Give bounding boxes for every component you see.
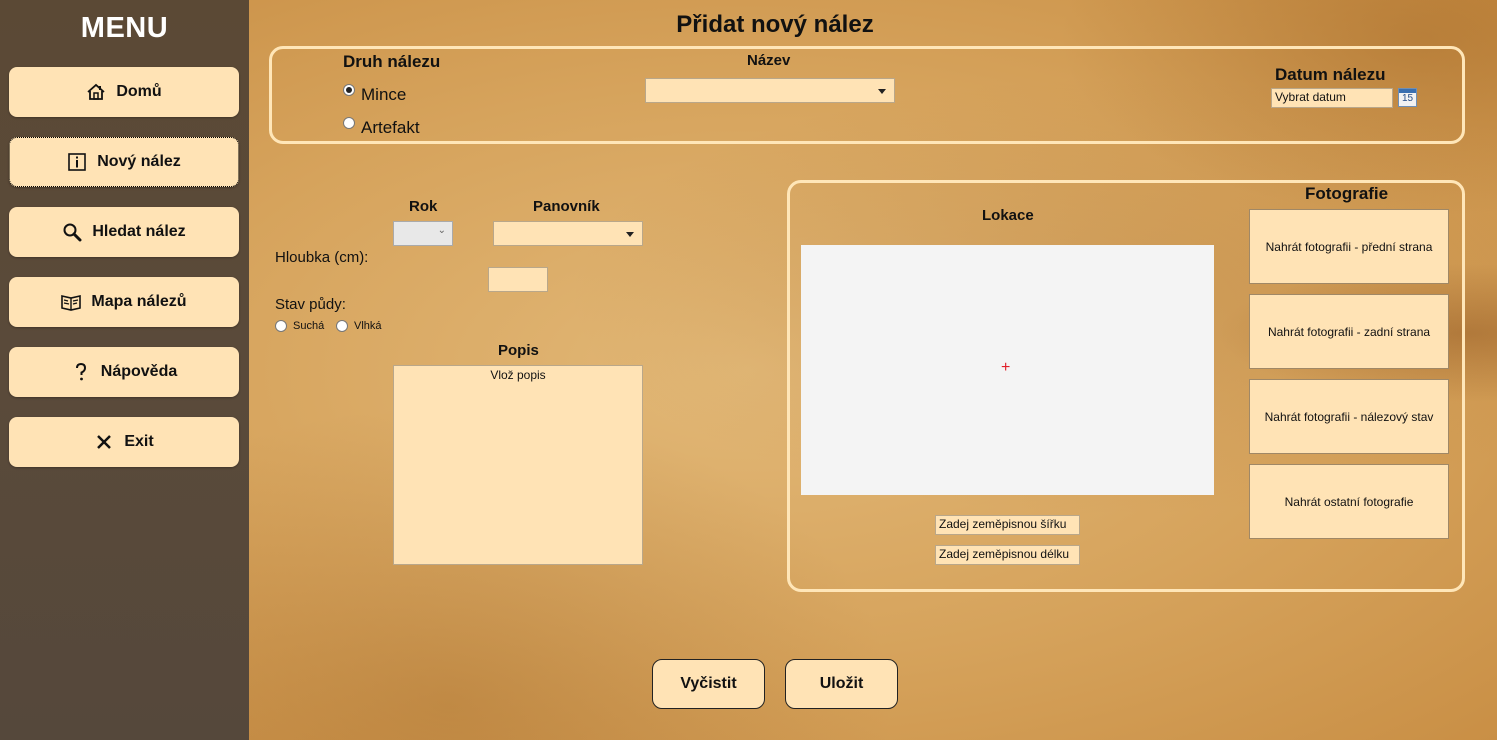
upload-front-photo-button[interactable]: Nahrát fotografii - přední strana — [1249, 209, 1449, 284]
radio-soil-wet-label: Vlhká — [354, 320, 382, 332]
latitude-input[interactable]: Zadej zeměpisnou šířku — [935, 515, 1080, 535]
calendar-icon[interactable]: 15 — [1398, 88, 1417, 107]
info-icon — [68, 153, 87, 171]
find-type-label: Druh nálezu — [343, 52, 441, 71]
nav-help-label: Nápověda — [100, 363, 178, 380]
year-label: Rok — [409, 198, 438, 215]
home-icon — [87, 83, 105, 100]
radio-soil-dry[interactable] — [275, 320, 287, 332]
chevron-down-icon — [626, 231, 634, 237]
crosshair-icon: + — [1001, 359, 1011, 376]
nav-new-find-button[interactable]: Nový nález — [9, 137, 239, 187]
map-book-icon — [61, 295, 82, 311]
upload-other-photos-button[interactable]: Nahrát ostatní fotografie — [1249, 464, 1449, 539]
menu-title: MENU — [80, 12, 169, 44]
map-view[interactable]: + — [801, 245, 1214, 495]
photos-label: Fotografie — [1305, 184, 1389, 203]
radio-soil-dry-label: Suchá — [293, 320, 325, 332]
description-textarea[interactable]: Vlož popis — [393, 365, 643, 565]
nav-search-label: Hledat nález — [92, 223, 186, 240]
name-combobox[interactable] — [645, 78, 895, 103]
ruler-combobox[interactable] — [493, 221, 643, 246]
page-title: Přidat nový nález — [676, 11, 874, 38]
nav-home-label: Domů — [116, 83, 162, 100]
nav-home-button[interactable]: Domů — [9, 67, 239, 117]
chevron-down-icon: ⌄ — [437, 225, 446, 236]
soil-label: Stav půdy: — [275, 296, 346, 313]
location-label: Lokace — [982, 207, 1034, 224]
description-label: Popis — [498, 342, 539, 359]
nav-help-button[interactable]: Nápověda — [9, 347, 239, 397]
clear-button[interactable]: Vyčistit — [652, 659, 765, 709]
question-icon — [75, 362, 86, 381]
nav-map-button[interactable]: Mapa nálezů — [9, 277, 239, 327]
depth-label: Hloubka (cm): — [275, 249, 369, 266]
radio-soil-wet[interactable] — [336, 320, 348, 332]
date-picker-input[interactable]: Vybrat datum — [1271, 88, 1393, 108]
radio-artefakt-label: Artefakt — [361, 118, 420, 137]
date-label: Datum nálezu — [1275, 65, 1386, 84]
nav-map-label: Mapa nálezů — [91, 293, 187, 310]
name-label: Název — [747, 52, 791, 69]
nav-search-button[interactable]: Hledat nález — [9, 207, 239, 257]
radio-artefakt[interactable] — [343, 117, 355, 129]
radio-mince-label: Mince — [361, 85, 407, 104]
sidebar: MENU Domů Nový nález Hledat nález Mapa n… — [0, 0, 249, 740]
chevron-down-icon — [878, 88, 886, 94]
longitude-input[interactable]: Zadej zeměpisnou délku — [935, 545, 1080, 565]
nav-new-find-label: Nový nález — [97, 153, 181, 170]
ruler-label: Panovník — [533, 198, 600, 215]
nav-exit-button[interactable]: Exit — [9, 417, 239, 467]
year-combobox[interactable]: ⌄ — [393, 221, 453, 246]
radio-mince[interactable] — [343, 84, 355, 96]
close-icon — [97, 435, 112, 449]
search-icon — [63, 223, 82, 242]
upload-find-state-photo-button[interactable]: Nahrát fotografii - nálezový stav — [1249, 379, 1449, 454]
nav-exit-label: Exit — [124, 433, 154, 450]
upload-back-photo-button[interactable]: Nahrát fotografii - zadní strana — [1249, 294, 1449, 369]
save-button[interactable]: Uložit — [785, 659, 898, 709]
depth-input[interactable] — [488, 267, 548, 292]
